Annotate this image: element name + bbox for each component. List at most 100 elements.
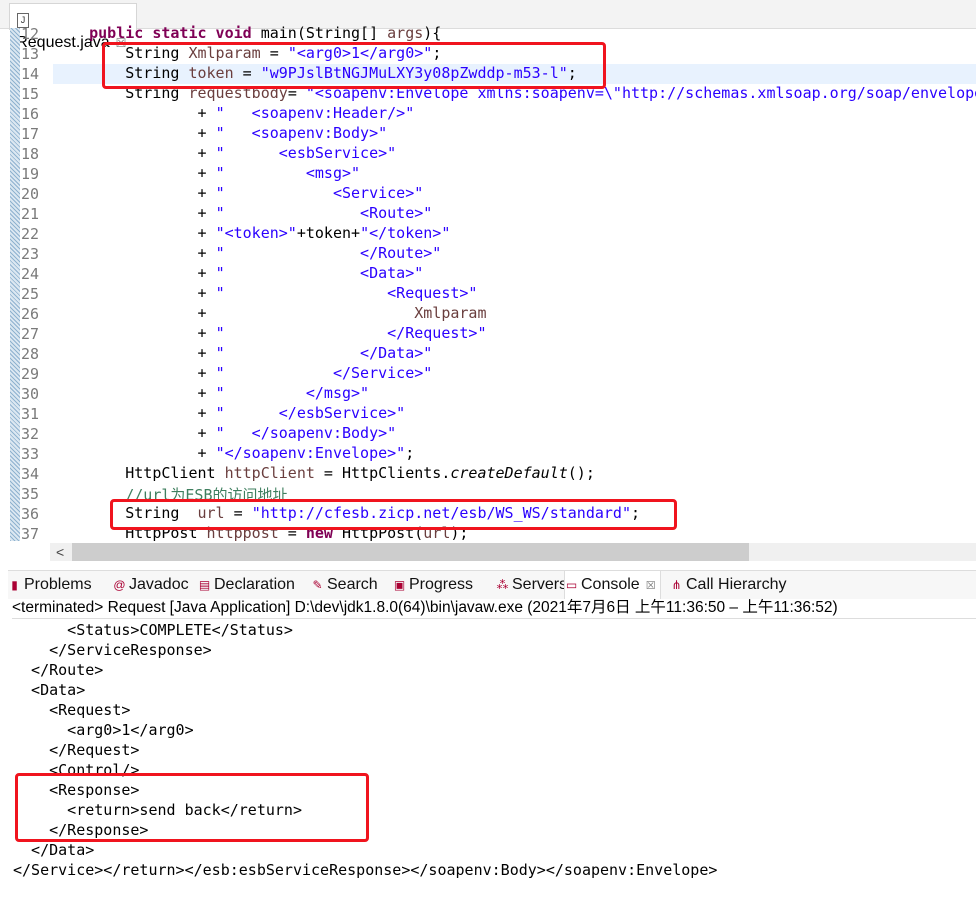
code-line[interactable]: + " <msg>": [53, 164, 976, 184]
code-token: "<token>": [215, 224, 297, 242]
console-line: <Request>: [13, 701, 131, 719]
code-token: " <soapenv:Header/>": [215, 104, 415, 122]
code-token: " <Data>": [215, 264, 424, 282]
code-line[interactable]: + Xmlparam: [53, 304, 976, 324]
code-token: Xmlparam: [414, 304, 487, 322]
code-token: main(String[]: [251, 24, 388, 42]
code-editor[interactable]: 12 public static void main(String[] args…: [0, 24, 976, 541]
line-number: 31: [21, 405, 40, 423]
code-token: +: [53, 224, 216, 242]
view-tab-bar: ▮ Problems @ Javadoc ▤ Declaration ✎ Search ▣ Pro…: [8, 570, 976, 599]
code-line[interactable]: + " <Service>": [53, 184, 976, 204]
line-number: 30: [21, 385, 40, 403]
view-tab-label: Problems: [24, 576, 92, 593]
console-status: <terminated> Request [Java Application] …: [12, 598, 976, 619]
code-line[interactable]: + " </Data>": [53, 344, 976, 364]
code-token: " <Route>": [215, 204, 433, 222]
code-line[interactable]: + "<token>"+token+"</token>": [53, 224, 976, 244]
console-line: <Status>COMPLETE</Status>: [13, 621, 293, 639]
line-number: 27: [21, 325, 40, 343]
declaration-icon: ▤: [198, 578, 211, 592]
view-tab-problems[interactable]: ▮ Problems: [8, 571, 92, 599]
code-token: createDefault: [450, 464, 568, 482]
scroll-left-icon[interactable]: <: [56, 543, 64, 561]
code-token: +: [53, 244, 216, 262]
scrollbar-thumb[interactable]: [72, 543, 749, 561]
code-line[interactable]: + " </Service>": [53, 364, 976, 384]
code-token: HttpClient: [53, 464, 225, 482]
code-token: +: [53, 404, 216, 422]
view-tab-console[interactable]: ▭ Console ☒: [564, 571, 661, 599]
line-number: 37: [21, 525, 40, 541]
line-number: 14: [21, 65, 40, 83]
code-token: args: [387, 24, 424, 42]
code-line[interactable]: + " <soapenv:Header/>": [53, 104, 976, 124]
view-tab-servers[interactable]: ⁂ Servers: [496, 571, 568, 599]
line-number: 13: [21, 45, 40, 63]
code-line[interactable]: HttpClient httpClient = HttpClients.crea…: [53, 464, 976, 484]
view-tab-call-hierarchy[interactable]: ⋔ Call Hierarchy: [670, 571, 786, 599]
code-line[interactable]: + " <soapenv:Body>": [53, 124, 976, 144]
code-line[interactable]: + " </soapenv:Body>": [53, 424, 976, 444]
code-line[interactable]: + "</soapenv:Envelope>";: [53, 444, 976, 464]
at-icon: @: [113, 578, 126, 592]
console-line: <arg0>1</arg0>: [13, 721, 194, 739]
highlight-box-url: [110, 499, 677, 530]
line-number: 36: [21, 505, 40, 523]
line-number: 32: [21, 425, 40, 443]
view-tab-search[interactable]: ✎ Search: [311, 571, 377, 599]
view-tab-label: Servers: [512, 576, 568, 593]
line-number: 16: [21, 105, 40, 123]
code-token: " </Route>": [215, 244, 442, 262]
line-number: 20: [21, 185, 40, 203]
code-token: +: [53, 364, 216, 382]
view-tab-javadoc[interactable]: @ Javadoc: [113, 571, 189, 599]
code-line[interactable]: + " </Request>": [53, 324, 976, 344]
code-token: +: [53, 164, 216, 182]
view-tab-label: Call Hierarchy: [686, 576, 787, 593]
view-tab-label: Console: [581, 576, 640, 593]
code-line[interactable]: + " <Data>": [53, 264, 976, 284]
code-line[interactable]: + " </Route>": [53, 244, 976, 264]
code-line[interactable]: + " </msg>": [53, 384, 976, 404]
code-token: +: [53, 204, 216, 222]
code-token: public static void: [89, 24, 252, 42]
line-number: 12: [21, 25, 40, 43]
code-token: ();: [567, 464, 595, 482]
console-line: </ServiceResponse>: [13, 641, 212, 659]
line-number: 22: [21, 225, 40, 243]
code-token: "</token>": [360, 224, 451, 242]
problems-icon: ▮: [11, 578, 18, 592]
code-token: +: [53, 104, 216, 122]
code-token: " <Request>": [215, 284, 478, 302]
code-token: " <Service>": [215, 184, 424, 202]
console-line: </Data>: [13, 841, 95, 859]
code-line[interactable]: public static void main(String[] args){: [53, 24, 976, 44]
code-token: = HttpClients.: [314, 464, 451, 482]
close-icon[interactable]: ☒: [646, 580, 656, 592]
line-number: 33: [21, 445, 40, 463]
line-number: 35: [21, 485, 40, 503]
code-token: +: [53, 124, 216, 142]
code-token: " <msg>": [215, 164, 361, 182]
code-token: ;: [405, 444, 415, 462]
code-token: " <soapenv:Body>": [215, 124, 388, 142]
view-tab-label: Javadoc: [129, 576, 189, 593]
code-line[interactable]: + " </esbService>": [53, 404, 976, 424]
console-line: </Request>: [13, 741, 140, 759]
code-line[interactable]: + " <esbService>": [53, 144, 976, 164]
code-token: +: [53, 424, 216, 442]
view-tab-declaration[interactable]: ▤ Declaration: [198, 571, 295, 599]
code-token: +: [53, 184, 216, 202]
code-token: +: [53, 444, 216, 462]
code-line[interactable]: + " <Route>": [53, 204, 976, 224]
code-line[interactable]: + " <Request>": [53, 284, 976, 304]
code-token: +token+: [296, 224, 361, 242]
console-output[interactable]: <Status>COMPLETE</Status> </ServiceRespo…: [13, 621, 717, 881]
horizontal-scrollbar[interactable]: <: [50, 543, 976, 561]
highlight-box-params: [102, 42, 606, 89]
line-number: 19: [21, 165, 40, 183]
code-token: +: [53, 344, 216, 362]
view-tab-progress[interactable]: ▣ Progress: [393, 571, 473, 599]
code-token: " </Service>": [215, 364, 433, 382]
